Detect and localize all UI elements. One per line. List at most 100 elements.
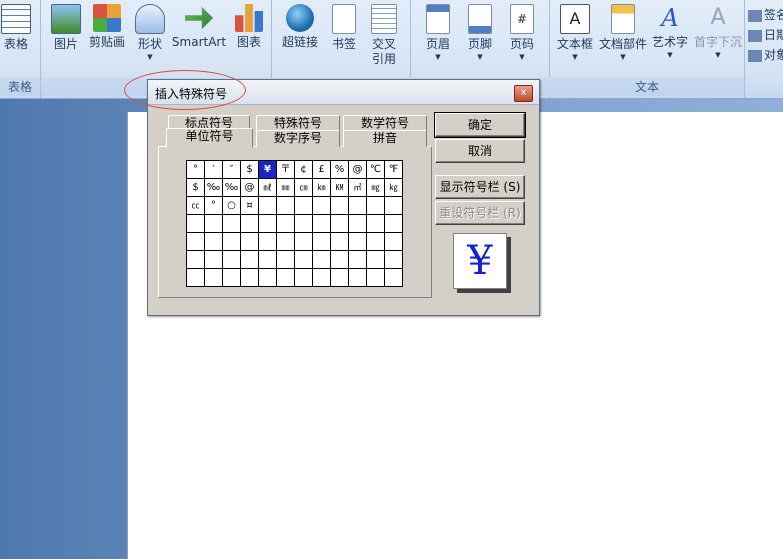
symbol-cell[interactable] bbox=[384, 214, 403, 233]
symbol-cell[interactable] bbox=[204, 232, 223, 251]
symbol-cell[interactable]: £ bbox=[312, 160, 331, 179]
symbol-cell[interactable]: % bbox=[330, 160, 349, 179]
symbol-cell[interactable] bbox=[348, 214, 367, 233]
symbol-cell[interactable] bbox=[240, 250, 259, 269]
symbol-cell[interactable] bbox=[240, 232, 259, 251]
object-button[interactable]: 对象 bbox=[748, 46, 783, 63]
symbol-cell[interactable] bbox=[294, 214, 313, 233]
symbol-cell[interactable]: ″ bbox=[222, 160, 241, 179]
cross-reference-button[interactable]: 交叉 引用 bbox=[362, 4, 406, 67]
symbol-cell[interactable] bbox=[186, 214, 205, 233]
symbol-cell[interactable] bbox=[186, 250, 205, 269]
symbol-cell[interactable] bbox=[294, 268, 313, 287]
symbol-cell[interactable] bbox=[384, 250, 403, 269]
symbol-cell[interactable] bbox=[312, 214, 331, 233]
symbol-cell[interactable] bbox=[240, 214, 259, 233]
symbol-cell[interactable]: ‰ bbox=[204, 178, 223, 197]
wordart-button[interactable]: A 艺术字 ▼ bbox=[648, 4, 692, 60]
symbol-cell[interactable] bbox=[348, 268, 367, 287]
tab-pinyin[interactable]: 拼音 bbox=[343, 130, 427, 147]
symbol-cell[interactable]: ¥ bbox=[258, 160, 277, 179]
page-number-button[interactable]: # 页码 ▼ bbox=[500, 4, 544, 62]
show-symbol-bar-button[interactable]: 显示符号栏 (S) bbox=[435, 175, 525, 199]
symbol-cell[interactable] bbox=[330, 250, 349, 269]
symbol-cell[interactable] bbox=[222, 268, 241, 287]
clipart-button[interactable]: 剪贴画 bbox=[85, 4, 129, 50]
symbol-cell[interactable] bbox=[276, 196, 295, 215]
symbol-cell[interactable] bbox=[384, 268, 403, 287]
symbol-cell[interactable]: ° bbox=[204, 196, 223, 215]
symbol-cell[interactable] bbox=[348, 250, 367, 269]
close-icon[interactable]: x bbox=[514, 85, 533, 102]
table-button[interactable]: 表格 bbox=[0, 4, 38, 52]
symbol-cell[interactable]: ′ bbox=[204, 160, 223, 179]
symbol-cell[interactable] bbox=[294, 250, 313, 269]
header-button[interactable]: 页眉 ▼ bbox=[416, 4, 460, 62]
bookmark-button[interactable]: 书签 bbox=[322, 4, 366, 52]
symbol-cell[interactable]: ㎡ bbox=[348, 178, 367, 197]
symbol-cell[interactable]: ㏄ bbox=[186, 196, 205, 215]
symbol-cell[interactable]: ° bbox=[186, 160, 205, 179]
symbol-cell[interactable] bbox=[186, 268, 205, 287]
symbol-cell[interactable] bbox=[384, 196, 403, 215]
symbol-cell[interactable] bbox=[312, 196, 331, 215]
symbol-cell[interactable]: ¢ bbox=[294, 160, 313, 179]
ok-button[interactable]: 确定 bbox=[434, 112, 526, 138]
signature-line-button[interactable]: 签名 bbox=[748, 6, 783, 23]
symbol-cell[interactable]: @ bbox=[240, 178, 259, 197]
symbol-cell[interactable] bbox=[222, 214, 241, 233]
drop-cap-button[interactable]: A 首字下沉 ▼ bbox=[692, 4, 744, 60]
symbol-cell[interactable] bbox=[294, 232, 313, 251]
date-time-button[interactable]: 日期 bbox=[748, 26, 783, 43]
symbol-cell[interactable] bbox=[204, 250, 223, 269]
symbol-cell[interactable] bbox=[330, 268, 349, 287]
symbol-cell[interactable] bbox=[366, 214, 385, 233]
symbol-cell[interactable] bbox=[240, 268, 259, 287]
symbol-cell[interactable] bbox=[348, 196, 367, 215]
symbol-cell[interactable] bbox=[312, 250, 331, 269]
symbol-cell[interactable]: ㎖ bbox=[258, 178, 277, 197]
quick-parts-button[interactable]: 文档部件 ▼ bbox=[598, 4, 648, 62]
symbol-cell[interactable] bbox=[294, 196, 313, 215]
symbol-cell[interactable] bbox=[186, 232, 205, 251]
symbol-cell[interactable] bbox=[330, 232, 349, 251]
symbol-cell[interactable] bbox=[348, 232, 367, 251]
symbol-cell[interactable]: ㎜ bbox=[276, 178, 295, 197]
symbol-cell[interactable]: ℉ bbox=[384, 160, 403, 179]
symbol-cell[interactable]: ㎞ bbox=[312, 178, 331, 197]
symbol-cell[interactable] bbox=[366, 232, 385, 251]
symbol-cell[interactable] bbox=[366, 250, 385, 269]
symbol-cell[interactable] bbox=[258, 232, 277, 251]
symbol-cell[interactable] bbox=[204, 214, 223, 233]
symbol-cell[interactable]: $ bbox=[186, 178, 205, 197]
textbox-button[interactable]: A 文本框 ▼ bbox=[552, 4, 598, 62]
picture-button[interactable]: 图片 bbox=[44, 4, 88, 52]
cancel-button[interactable]: 取消 bbox=[435, 139, 525, 163]
symbol-cell[interactable] bbox=[204, 268, 223, 287]
symbol-cell[interactable] bbox=[330, 214, 349, 233]
symbol-cell[interactable] bbox=[258, 268, 277, 287]
symbol-cell[interactable] bbox=[258, 214, 277, 233]
symbol-cell[interactable] bbox=[384, 232, 403, 251]
hyperlink-button[interactable]: 超链接 bbox=[278, 4, 322, 50]
symbol-cell[interactable] bbox=[222, 232, 241, 251]
symbol-cell[interactable]: ㎎ bbox=[366, 178, 385, 197]
symbol-cell[interactable] bbox=[312, 268, 331, 287]
symbol-cell[interactable] bbox=[276, 232, 295, 251]
symbol-cell[interactable] bbox=[222, 250, 241, 269]
symbol-cell[interactable] bbox=[276, 250, 295, 269]
symbol-cell[interactable]: ㎏ bbox=[384, 178, 403, 197]
smartart-button[interactable]: SmartArt bbox=[171, 4, 227, 50]
footer-button[interactable]: 页脚 ▼ bbox=[458, 4, 502, 62]
shapes-button[interactable]: 形状 ▼ bbox=[128, 4, 172, 62]
tab-units[interactable]: 单位符号 bbox=[166, 128, 253, 148]
symbol-cell[interactable] bbox=[366, 196, 385, 215]
symbol-cell[interactable]: @ bbox=[348, 160, 367, 179]
symbol-cell[interactable] bbox=[258, 250, 277, 269]
symbol-cell[interactable]: ㎝ bbox=[294, 178, 313, 197]
symbol-cell[interactable] bbox=[258, 196, 277, 215]
symbol-cell[interactable] bbox=[276, 214, 295, 233]
symbol-cell[interactable]: 〒 bbox=[276, 160, 295, 179]
symbol-cell[interactable] bbox=[276, 268, 295, 287]
symbol-cell[interactable]: ㏎ bbox=[330, 178, 349, 197]
